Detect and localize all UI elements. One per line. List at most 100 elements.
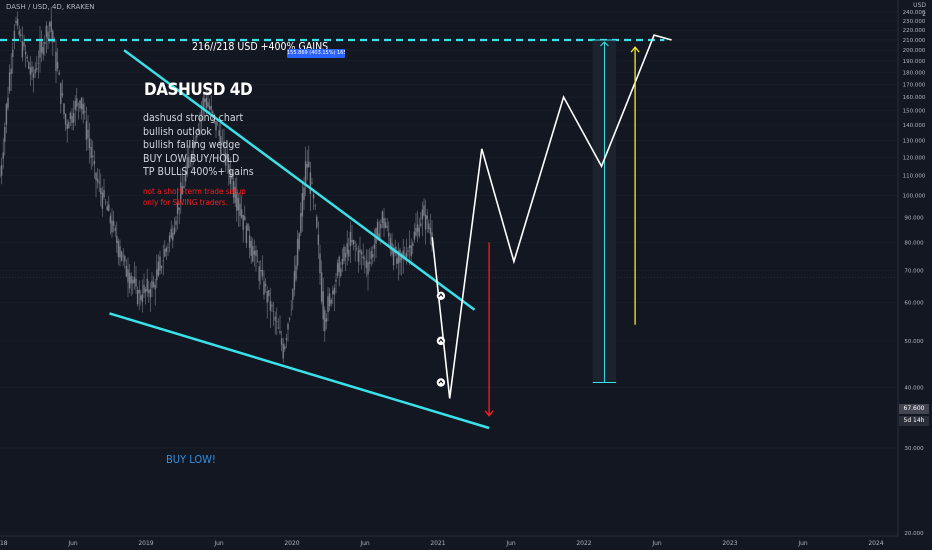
candle-body [96, 178, 99, 182]
candle-body [85, 121, 88, 140]
candle-body [68, 122, 70, 129]
candle-body [69, 112, 72, 120]
candle-body [101, 192, 104, 209]
candle-body [264, 283, 267, 287]
price-tick-label: 20.000 [904, 531, 924, 537]
candle-body [341, 259, 344, 265]
candle-body [7, 97, 9, 108]
time-tick-label: 2018 [0, 540, 8, 547]
candle-body [2, 152, 4, 159]
candle-body [56, 62, 59, 69]
candle-body [428, 223, 430, 229]
candle-body [292, 289, 294, 300]
candle-body [71, 115, 73, 124]
candle-body [242, 214, 244, 230]
candle-body [45, 25, 48, 37]
buy-circle-icon [436, 336, 446, 346]
price-tick-label: 120.000 [903, 155, 926, 161]
candle-body [20, 34, 22, 36]
candle-body [296, 239, 299, 266]
candle-body [255, 250, 257, 257]
candle-body [42, 47, 44, 55]
candle-body [410, 245, 412, 256]
candle-body [304, 161, 307, 184]
candle-body [338, 256, 340, 273]
candle-body [132, 279, 134, 284]
buy-circle-icon [436, 378, 446, 387]
candle-body [357, 250, 360, 262]
candle-body [247, 223, 249, 231]
candle-body [16, 18, 19, 26]
candle-body [308, 161, 310, 168]
candle-body [263, 281, 265, 295]
candle-body [87, 129, 89, 139]
countdown-tag: 5d 14h [899, 416, 929, 426]
candle-body [381, 211, 384, 224]
candle-body [244, 216, 246, 221]
chart-title: DASHUSD 4D [144, 80, 253, 100]
candle-body [149, 288, 152, 298]
price-tick-label: 70.000 [904, 268, 924, 274]
candle-body [64, 113, 67, 125]
candle-body [119, 246, 121, 258]
candle-body [424, 214, 427, 230]
candle-body [106, 206, 108, 211]
candle-body [122, 255, 124, 257]
time-tick-label: 2019 [138, 540, 153, 547]
candle-body [74, 100, 76, 110]
candle-body [138, 289, 140, 294]
candle-body [117, 241, 120, 257]
candle-body [90, 147, 92, 158]
candle-body [157, 261, 160, 276]
candle-body [10, 68, 12, 74]
price-candles [0, 6, 433, 363]
wedge-lower-line [109, 312, 490, 430]
candle-body [53, 41, 56, 43]
symbol-label: DASH / USD, 4D, KRAKEN [6, 3, 95, 11]
candle-body [15, 21, 17, 24]
candle-body [309, 172, 312, 194]
candle-body [13, 31, 16, 40]
candle-body [210, 106, 212, 110]
price-tick-label: 210.000 [903, 38, 926, 44]
candle-body [128, 272, 131, 289]
candle-body [312, 194, 315, 199]
price-tick-label: 220.000 [903, 28, 926, 34]
candle-body [160, 266, 163, 268]
candle-body [298, 233, 300, 250]
candle-body [288, 317, 291, 320]
candle-body [277, 327, 280, 329]
candle-body [31, 66, 33, 73]
candle-body [327, 296, 329, 313]
candle-body [388, 232, 390, 237]
candle-body [141, 294, 144, 303]
candle-body [44, 41, 46, 45]
candle-body [328, 293, 331, 307]
candle-body [384, 222, 387, 228]
candle-body [317, 234, 320, 245]
time-tick-label: Jun [213, 540, 224, 547]
candle-body [34, 69, 36, 74]
candle-body [303, 187, 305, 201]
time-axis: 2018 Jun 2019 Jun 2020 Jun 2021 Jun 2022 Jun 2023 J… [0, 535, 898, 547]
candle-body [282, 343, 284, 359]
candle-body [60, 82, 62, 105]
buy-circle-icon [436, 291, 446, 300]
warning-block: not a short-term trade setup only for SW… [143, 186, 246, 208]
candle-body [376, 221, 379, 239]
candle-body [168, 235, 171, 243]
price-tick-label: 40.000 [904, 386, 924, 392]
time-tick-label: 2021 [430, 540, 445, 547]
candle-body [344, 253, 347, 258]
candle-body [47, 31, 49, 40]
candle-body [32, 73, 35, 78]
candle-body [245, 225, 248, 244]
candle-body [280, 338, 283, 345]
candle-body [77, 103, 80, 105]
candle-body [29, 67, 32, 75]
scale-mark[interactable]: 2 [922, 11, 926, 18]
price-chart[interactable]: 20.000 30.000 40.000 50.000 60.000 70.000 80.0… [0, 0, 932, 550]
candle-body [24, 51, 27, 55]
note-line: bullish falling wedge [143, 139, 241, 152]
candle-body [306, 164, 308, 168]
